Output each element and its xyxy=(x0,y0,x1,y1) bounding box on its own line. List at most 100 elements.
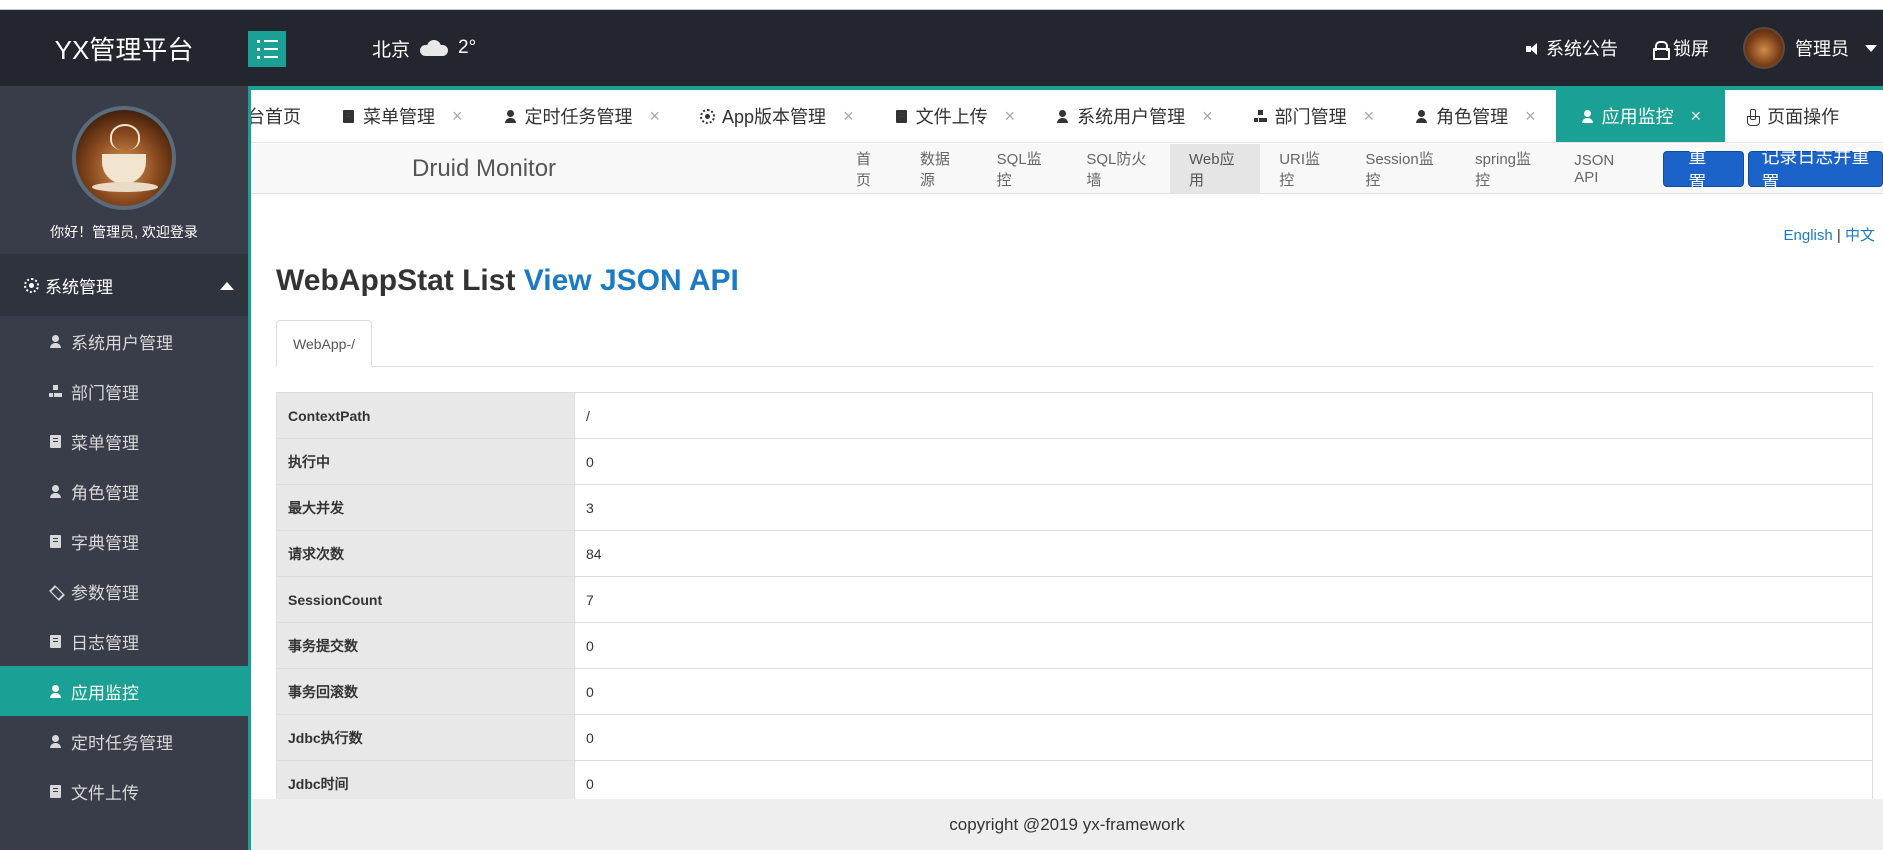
lock-label: 锁屏 xyxy=(1673,39,1709,59)
sidebar-profile: 你好！管理员, 欢迎登录 xyxy=(0,86,248,254)
user-lock-icon xyxy=(503,109,518,124)
tab-page-operations[interactable]: 页面操作 xyxy=(1725,90,1859,142)
close-icon[interactable]: × xyxy=(1525,106,1536,127)
stat-value: / xyxy=(574,392,1873,439)
view-json-api-link[interactable]: View JSON API xyxy=(524,264,739,297)
weather-temp: 2° xyxy=(458,37,477,58)
webapp-tab[interactable]: WebApp-/ xyxy=(276,320,372,367)
stat-key: 事务提交数 xyxy=(276,622,575,669)
close-icon[interactable]: × xyxy=(1202,106,1213,127)
sidebar: 你好！管理员, 欢迎登录 系统管理 系统用户管理 部门管理 菜单管理 角色管理 … xyxy=(0,86,248,850)
stat-key: Jdbc执行数 xyxy=(276,714,575,761)
druid-navbar: Druid Monitor 首页 数据源 SQL监控 SQL防火墙 Web应用 … xyxy=(251,144,1883,194)
table-row: Jdbc执行数 0 xyxy=(276,714,1873,761)
tab-department[interactable]: 部门管理 × xyxy=(1233,90,1395,142)
tab-role[interactable]: 角色管理 × xyxy=(1394,90,1556,142)
close-icon[interactable]: × xyxy=(452,106,463,127)
tab-app-version[interactable]: App版本管理 × xyxy=(680,90,874,142)
lock-screen-button[interactable]: 锁屏 xyxy=(1652,35,1709,61)
tab-label: App版本管理 xyxy=(722,107,827,127)
cloud-icon xyxy=(420,40,449,56)
close-icon[interactable]: × xyxy=(1364,106,1375,127)
reset-button[interactable]: 重置 xyxy=(1663,147,1745,193)
sidebar-item-label: 应用监控 xyxy=(71,683,139,703)
sitemap-icon xyxy=(48,384,63,399)
sidebar-item-department[interactable]: 部门管理 xyxy=(0,366,248,416)
speaker-icon xyxy=(1525,41,1540,56)
stat-key: 执行中 xyxy=(276,438,575,485)
sidebar-item-label: 文件上传 xyxy=(71,783,139,803)
document-icon xyxy=(894,109,909,124)
druid-brand[interactable]: Druid Monitor xyxy=(412,144,556,194)
menu-toggle-button[interactable] xyxy=(248,31,286,67)
druid-link-wall[interactable]: SQL防火墙 xyxy=(1067,144,1170,194)
hand-pointer-icon xyxy=(1745,108,1761,126)
tab-app-monitor[interactable]: 应用监控 × xyxy=(1555,90,1726,142)
druid-link-datasource[interactable]: 数据源 xyxy=(901,144,978,194)
webapp-stat-table: ContextPath / 执行中 0 最大并发 3 请求次数 84 SessionCo… xyxy=(276,392,1873,799)
close-icon[interactable]: × xyxy=(1691,106,1702,127)
header-actions: 系统公告 锁屏 管理员 xyxy=(1525,10,1883,86)
log-and-reset-button[interactable]: 记录日志并重置 xyxy=(1748,147,1883,193)
tab-label: 部门管理 xyxy=(1274,107,1347,127)
druid-link-webapp[interactable]: Web应用 xyxy=(1170,144,1261,194)
lock-icon xyxy=(1652,40,1670,60)
user-menu[interactable]: 管理员 xyxy=(1743,27,1877,69)
document-icon xyxy=(48,634,63,649)
lang-chinese-link[interactable]: 中文 xyxy=(1845,227,1875,244)
sidebar-item-label: 日志管理 xyxy=(71,633,139,653)
sidebar-item-dictionary[interactable]: 字典管理 xyxy=(0,516,248,566)
tab-label: 应用监控 xyxy=(1601,107,1674,127)
stat-key: SessionCount xyxy=(276,576,575,623)
druid-link-spring[interactable]: spring监控 xyxy=(1456,144,1555,194)
sidebar-group-system[interactable]: 系统管理 xyxy=(0,254,248,316)
sidebar-item-parameter[interactable]: 参数管理 xyxy=(0,566,248,616)
brand-title: YX管理平台 xyxy=(54,34,194,65)
stat-key: 请求次数 xyxy=(276,530,575,577)
copyright-text: copyright @2019 yx-framework xyxy=(949,814,1185,834)
sidebar-item-menu[interactable]: 菜单管理 xyxy=(0,416,248,466)
top-header: YX管理平台 北京 2° 系统公告 锁屏 管理员 xyxy=(0,10,1883,86)
tab-label: 台首页 xyxy=(251,107,301,127)
tab-system-user[interactable]: 系统用户管理 × xyxy=(1035,90,1233,142)
sidebar-item-log[interactable]: 日志管理 xyxy=(0,616,248,666)
app-icon xyxy=(700,108,716,124)
table-row: ContextPath / xyxy=(276,392,1873,439)
close-icon[interactable]: × xyxy=(1005,106,1016,127)
tab-scheduled-task[interactable]: 定时任务管理 × xyxy=(483,90,681,142)
sidebar-item-label: 系统用户管理 xyxy=(71,333,173,353)
stat-value: 0 xyxy=(574,668,1873,715)
druid-link-session[interactable]: Session监控 xyxy=(1346,144,1456,194)
table-row: 事务提交数 0 xyxy=(276,622,1873,669)
table-row: Jdbc时间 0 xyxy=(276,760,1873,799)
user-lock-icon xyxy=(48,684,63,699)
sidebar-item-file-upload[interactable]: 文件上传 xyxy=(0,766,248,816)
tab-file-upload[interactable]: 文件上传 × xyxy=(874,90,1036,142)
sidebar-item-system-user[interactable]: 系统用户管理 xyxy=(0,316,248,366)
close-icon[interactable]: × xyxy=(843,106,854,127)
tab-home[interactable]: 台首页 xyxy=(251,90,321,142)
sidebar-menu: 系统用户管理 部门管理 菜单管理 角色管理 字典管理 参数管理 日志管理 应用监… xyxy=(0,316,248,816)
page-tabs: 台首页 菜单管理 × 定时任务管理 × App版本管理 × 文件上传 × 系统用户管理 ×… xyxy=(251,90,1883,143)
sidebar-item-app-monitor[interactable]: 应用监控 xyxy=(0,666,248,716)
tab-label: 定时任务管理 xyxy=(524,107,633,127)
druid-link-json-api[interactable]: JSON API xyxy=(1555,144,1651,194)
stat-value: 7 xyxy=(574,576,1873,623)
layers-icon xyxy=(48,584,63,599)
lang-english-link[interactable]: English xyxy=(1784,227,1833,244)
stat-key: ContextPath xyxy=(276,392,575,439)
sidebar-item-scheduled-task[interactable]: 定时任务管理 xyxy=(0,716,248,766)
tab-label: 页面操作 xyxy=(1767,107,1840,127)
sidebar-group-label: 系统管理 xyxy=(45,277,113,297)
tab-underline xyxy=(276,366,1873,367)
sidebar-item-role[interactable]: 角色管理 xyxy=(0,466,248,516)
stat-value: 84 xyxy=(574,530,1873,577)
notice-button[interactable]: 系统公告 xyxy=(1525,35,1618,61)
druid-link-home[interactable]: 首页 xyxy=(837,144,901,194)
stat-key: 事务回滚数 xyxy=(276,668,575,715)
tab-menu-management[interactable]: 菜单管理 × xyxy=(321,90,483,142)
close-icon[interactable]: × xyxy=(650,106,661,127)
druid-link-sql[interactable]: SQL监控 xyxy=(978,144,1068,194)
tab-label: 系统用户管理 xyxy=(1077,107,1186,127)
druid-link-uri[interactable]: URI监控 xyxy=(1260,144,1346,194)
